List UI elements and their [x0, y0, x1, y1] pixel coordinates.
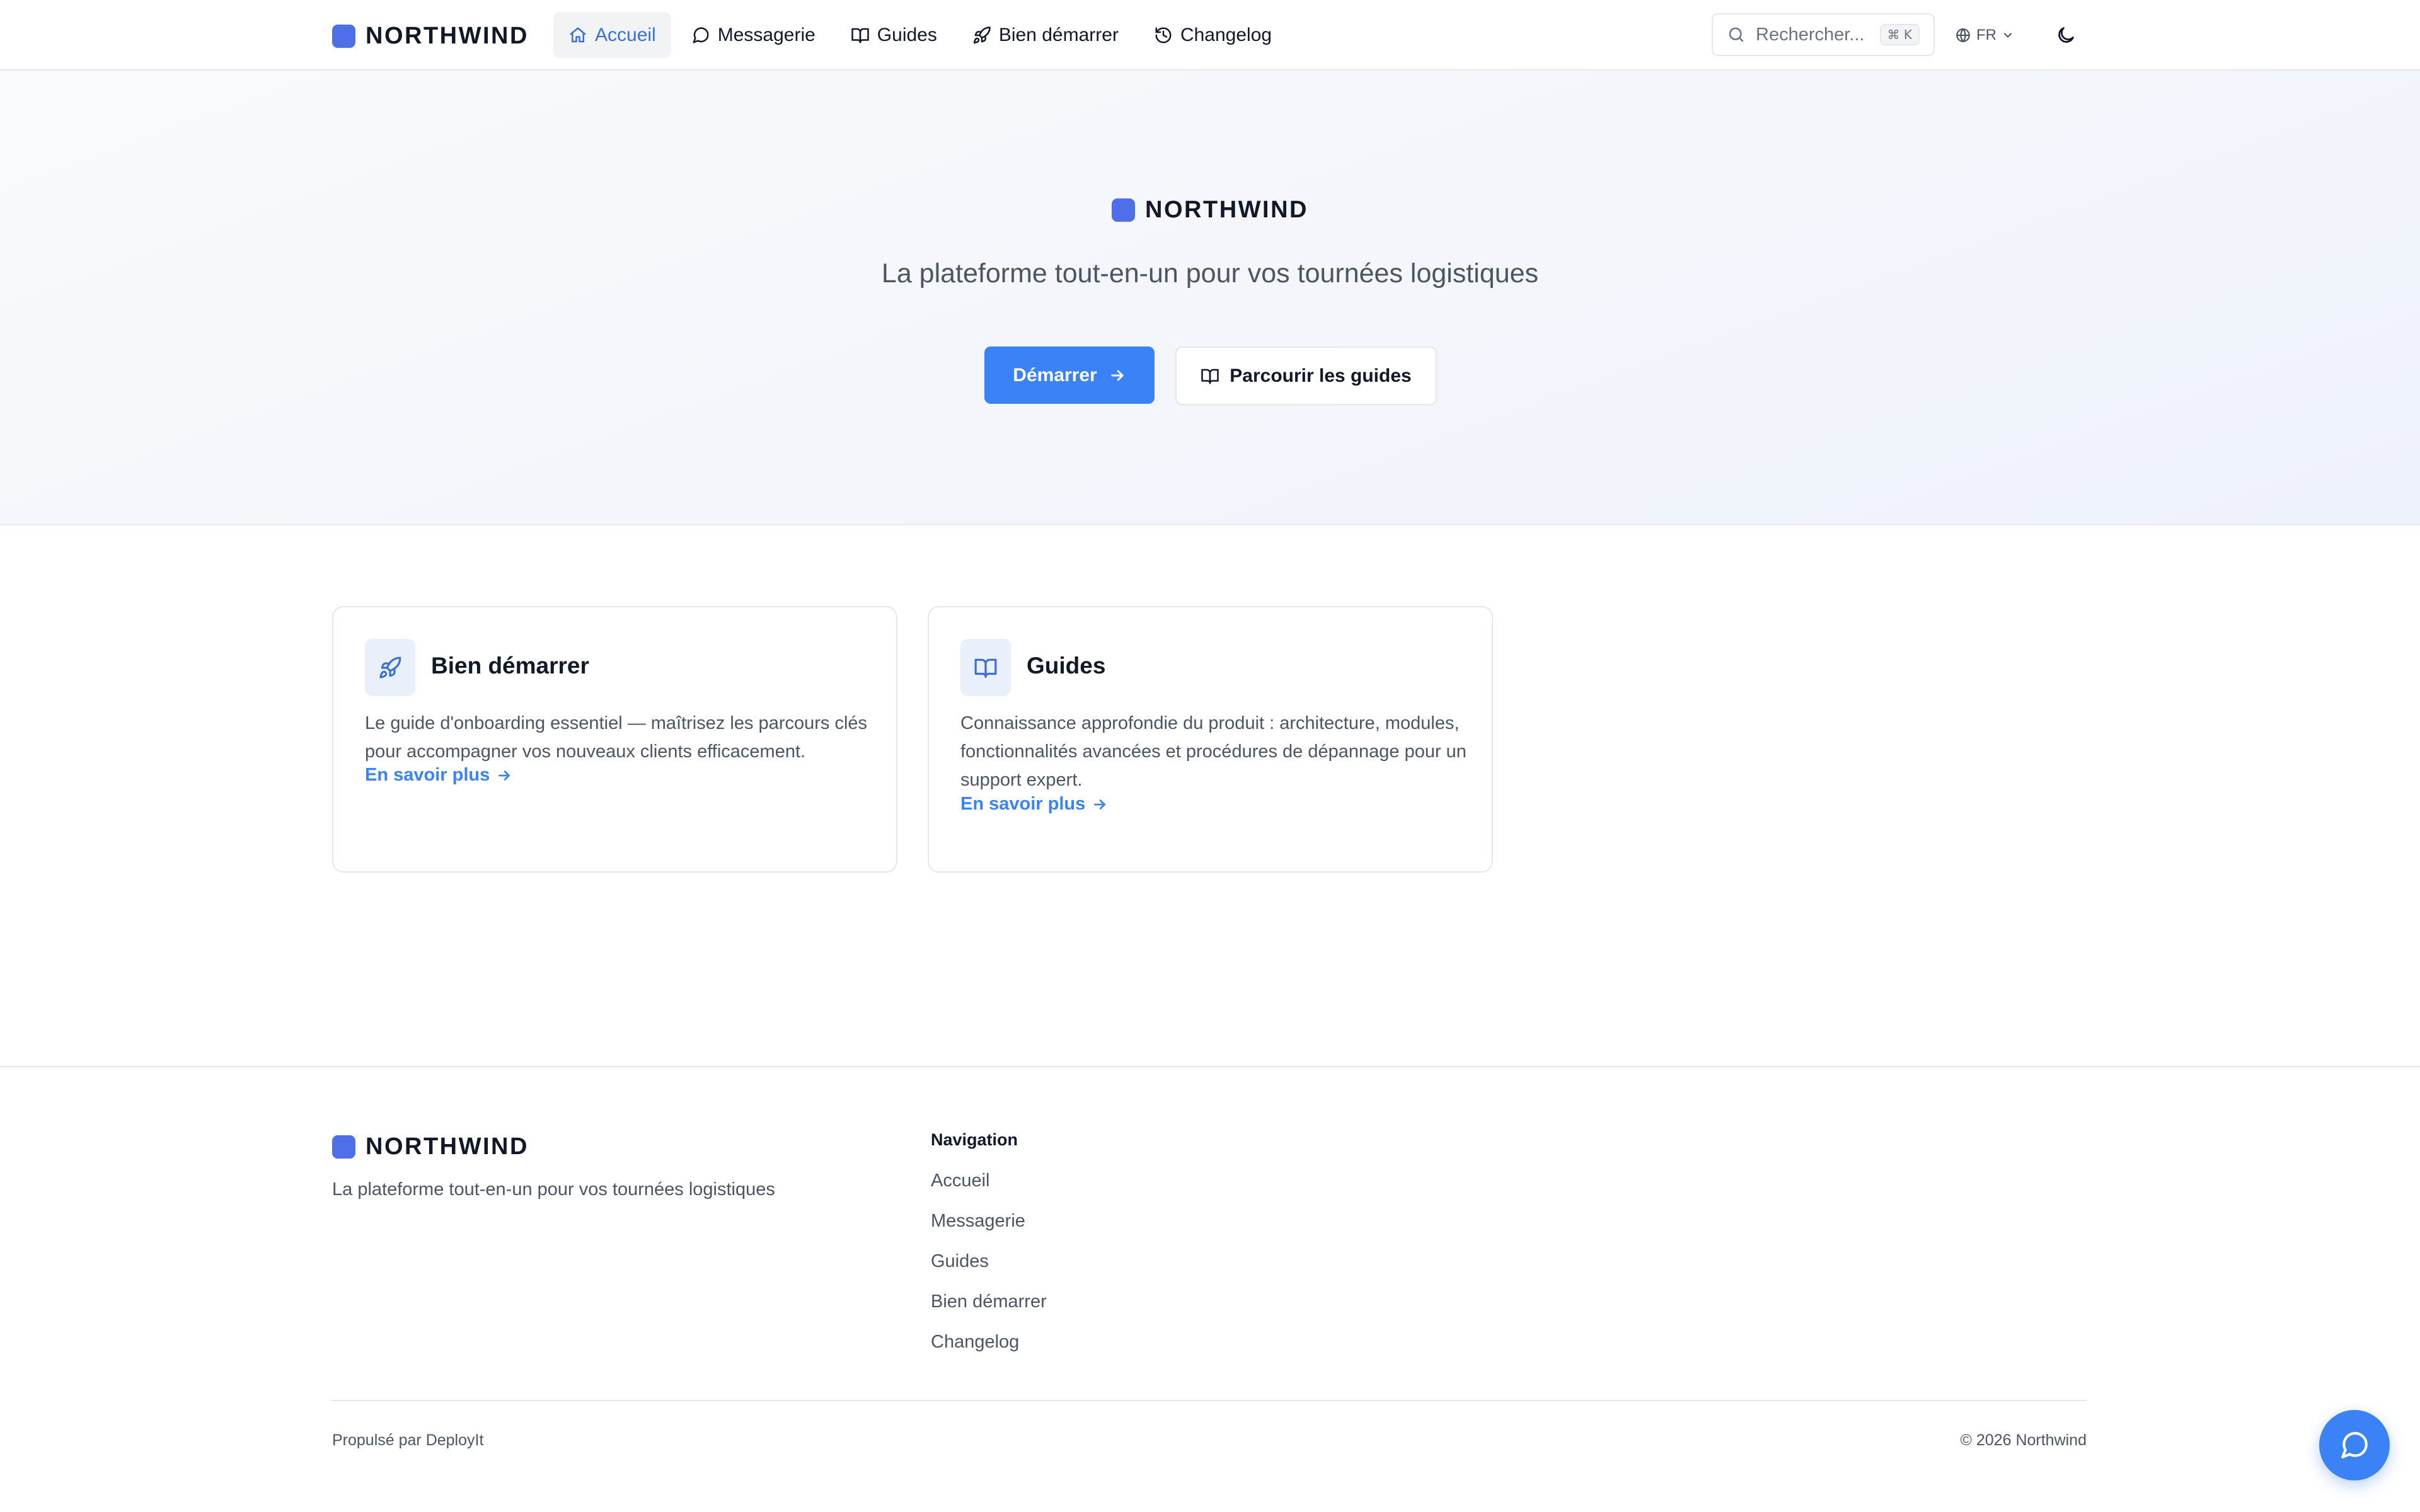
nav-item-guides[interactable]: Guides [836, 12, 952, 58]
browse-guides-label: Parcourir les guides [1230, 365, 1412, 386]
home-icon [568, 26, 587, 45]
browse-guides-button[interactable]: Parcourir les guides [1175, 346, 1437, 405]
message-circle-icon [691, 26, 710, 45]
language-label: FR [1976, 26, 1997, 43]
footer-nav-title: Navigation [931, 1130, 1018, 1149]
book-open-icon [1201, 367, 1219, 386]
theme-toggle-button[interactable] [2053, 22, 2079, 49]
top-header: NORTHWIND Accueil Messagerie Guides Bien… [0, 0, 2420, 71]
logo-mark-icon [332, 25, 355, 48]
learn-more-label: En savoir plus [365, 765, 490, 785]
card-description: Le guide d'onboarding essentiel — maîtri… [365, 713, 868, 762]
nav-item-changelog[interactable]: Changelog [1139, 12, 1287, 58]
search-placeholder: Rechercher... [1756, 24, 1865, 45]
footer-link-messagerie[interactable]: Messagerie [931, 1211, 1047, 1236]
card-title: Guides [1027, 653, 1106, 679]
card-icon-box [960, 639, 1011, 696]
nav-item-label: Changelog [1180, 24, 1272, 45]
site-footer: NORTHWIND La plateforme tout-en-un pour … [0, 1066, 2420, 1512]
arrow-right-icon [496, 767, 512, 784]
start-button-label: Démarrer [1013, 364, 1097, 386]
rocket-icon [972, 26, 991, 45]
nav-item-label: Accueil [595, 24, 656, 45]
book-open-icon [851, 26, 870, 45]
search-shortcut-badge: ⌘ K [1879, 24, 1920, 45]
hero-logo: NORTHWIND [0, 197, 2420, 224]
nav-item-label: Messagerie [717, 24, 815, 45]
book-open-icon [974, 656, 998, 680]
footer-link-changelog[interactable]: Changelog [931, 1332, 1047, 1357]
arrow-right-icon [1092, 796, 1108, 813]
main-nav: Accueil Messagerie Guides Bien démarrer … [553, 12, 1292, 58]
footer-link-bien-demarrer[interactable]: Bien démarrer [931, 1292, 1047, 1317]
search-icon [1727, 25, 1746, 44]
card-bien-demarrer[interactable]: Bien démarrer Le guide d'onboarding esse… [332, 606, 897, 873]
language-selector[interactable]: FR [1955, 21, 2014, 49]
hero-subtitle: La plateforme tout-en-un pour vos tourné… [881, 258, 1539, 289]
footer-tagline: La plateforme tout-en-un pour vos tourné… [332, 1179, 775, 1200]
history-icon [1154, 26, 1173, 45]
logo-mark-icon [1112, 198, 1136, 222]
moon-icon [2053, 25, 2079, 46]
learn-more-link[interactable]: En savoir plus [365, 765, 512, 786]
logo-text: NORTHWIND [366, 23, 529, 49]
nav-item-accueil[interactable]: Accueil [553, 12, 671, 58]
hero-logo-text: NORTHWIND [1145, 197, 1308, 223]
search-input[interactable]: Rechercher... ⌘ K [1712, 13, 1935, 56]
learn-more-label: En savoir plus [960, 794, 1086, 814]
footer-logo-text: NORTHWIND [366, 1133, 529, 1160]
nav-item-messagerie[interactable]: Messagerie [676, 12, 831, 58]
chat-bubble-icon [2339, 1429, 2370, 1461]
card-title: Bien démarrer [431, 653, 589, 679]
card-description: Connaissance approfondie du produit : ar… [960, 713, 1466, 790]
copyright-text: © 2026 Northwind [1960, 1431, 2087, 1449]
learn-more-link[interactable]: En savoir plus [960, 794, 1108, 815]
footer-link-guides[interactable]: Guides [931, 1251, 1047, 1276]
rocket-icon [378, 656, 402, 680]
nav-item-label: Bien démarrer [998, 24, 1119, 45]
header-logo[interactable]: NORTHWIND [332, 23, 529, 50]
logo-mark-icon [332, 1135, 355, 1159]
nav-item-bien-demarrer[interactable]: Bien démarrer [957, 12, 1134, 58]
start-button[interactable]: Démarrer [984, 346, 1155, 404]
card-guides[interactable]: Guides Connaissance approfondie du produ… [928, 606, 1493, 873]
footer-divider [332, 1400, 2087, 1401]
powered-by-text[interactable]: Propulsé par DeployIt [332, 1431, 483, 1450]
footer-logo[interactable]: NORTHWIND [332, 1133, 529, 1160]
globe-icon [1955, 27, 1971, 43]
chat-button[interactable] [2319, 1410, 2390, 1480]
card-icon-box [365, 639, 415, 696]
arrow-right-icon [1109, 367, 1126, 384]
hero-actions: Démarrer Parcourir les guides [984, 346, 1437, 405]
nav-item-label: Guides [877, 24, 937, 45]
hero-section: NORTHWIND La plateforme tout-en-un pour … [0, 71, 2420, 525]
footer-link-accueil[interactable]: Accueil [931, 1171, 1047, 1196]
footer-nav: Navigation Accueil Messagerie Guides Bie… [931, 1130, 1047, 1357]
chevron-down-icon [2002, 29, 2014, 42]
